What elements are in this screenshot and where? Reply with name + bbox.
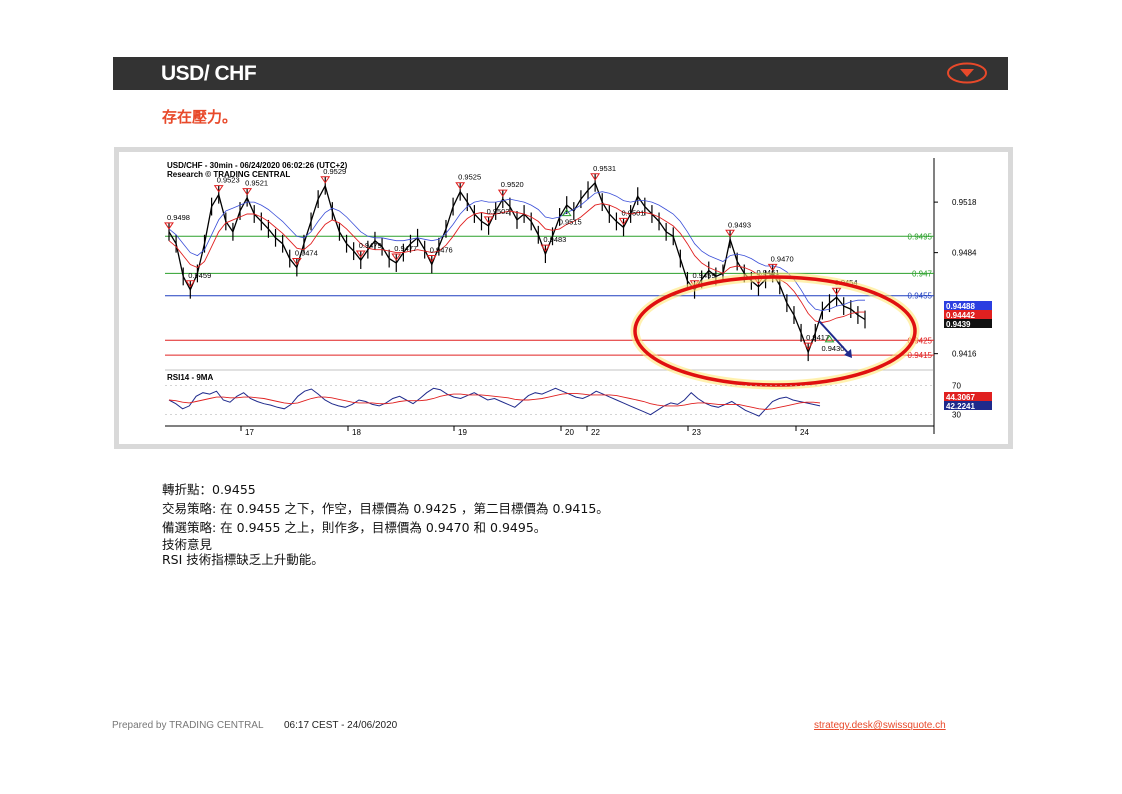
x-tick-label: 19 [458,428,467,437]
y-tick-label: 0.9416 [952,350,977,359]
footer-timestamp: 06:17 CEST - 24/06/2020 [284,720,398,731]
level-label: 0.947 [912,269,933,278]
highlight-ellipse [633,275,917,387]
price-label: 0.9502 [487,207,510,216]
price-label: 0.9521 [245,179,268,188]
chart-frame: USD/CHF - 30min - 06/24/2020 06:02:26 (U… [114,147,1013,449]
price-label: 0.9476 [430,246,453,255]
rsi-level-label: 30 [952,411,961,420]
technical-opinion-text: RSI 技術指標缺乏上升動能。 [162,552,324,567]
x-tick-label: 20 [565,428,574,437]
price-label: 0.9531 [593,164,616,173]
price-label: 0.9493 [728,220,751,229]
chevron-down-icon[interactable] [946,62,988,84]
price-label: 0.9529 [323,167,346,176]
price-label: 0.9483 [543,235,566,244]
ma-line-slow [168,191,865,312]
y-tick-label: 0.9518 [952,198,977,207]
level-label: 0.9415 [908,351,933,360]
price-tag-label: 0.94442 [946,311,975,320]
analysis-section: 轉折點：0.9455 交易策略: 在 0.9455 之下，作空，目標價為 0.9… [162,480,609,567]
prepared-by: Prepared by TRADING CENTRAL [112,720,264,731]
x-tick-label: 17 [245,428,254,437]
x-tick-label: 24 [800,428,809,437]
price-label: 0.9459 [188,271,211,280]
price-label: 0.9474 [295,248,318,257]
price-label: 0.9477 [394,244,417,253]
price-tag-label: 0.9439 [946,320,971,329]
chart-title: USD/CHF - 30min - 06/24/2020 06:02:26 (U… [167,161,348,170]
technical-opinion-title: 技術意見 [162,537,213,552]
page-title: USD/ CHF [161,62,257,85]
contact-email-link[interactable]: strategy.desk@swissquote.ch [814,720,946,731]
rsi-line [168,387,821,417]
price-label: 0.9479 [359,241,382,250]
price-label: 0.9498 [167,213,190,222]
level-label: 0.9495 [908,232,933,241]
price-label: 0.9501 [622,208,645,217]
x-tick-label: 23 [692,428,701,437]
alternative-strategy: 備選策略: 在 0.9455 之上，則作多，目標價為 0.9470 和 0.94… [162,520,547,535]
price-chart: USD/CHF - 30min - 06/24/2020 06:02:26 (U… [164,158,992,437]
y-tick-label: 0.9484 [952,249,977,258]
rsi-label: RSI14 - 9MA [167,373,213,382]
rsi-tag-label: 42.2241 [946,402,975,411]
rsi-tag-label: 44.3067 [946,393,975,402]
rsi-ma-line [168,392,821,410]
x-tick-label: 18 [352,428,361,437]
price-label: 0.9515 [559,218,582,227]
page-subtitle: 存在壓力。 [162,108,238,126]
trading-strategy: 交易策略: 在 0.9455 之下，作空，目標價為 0.9425 ，第二目標價為… [162,501,609,516]
price-tag-label: 0.94488 [946,302,975,311]
level-label: 0.9455 [908,292,933,301]
price-label: 0.9470 [771,254,794,263]
price-label: 0.9417 [806,333,829,342]
rsi-level-label: 70 [952,381,961,390]
pivot-point: 轉折點：0.9455 [162,482,256,497]
price-label: 0.9520 [501,180,524,189]
x-tick-label: 22 [591,428,600,437]
price-label: 0.9523 [217,176,240,185]
page-header: USD/ CHF [113,57,1008,90]
price-label: 0.9525 [458,173,481,182]
